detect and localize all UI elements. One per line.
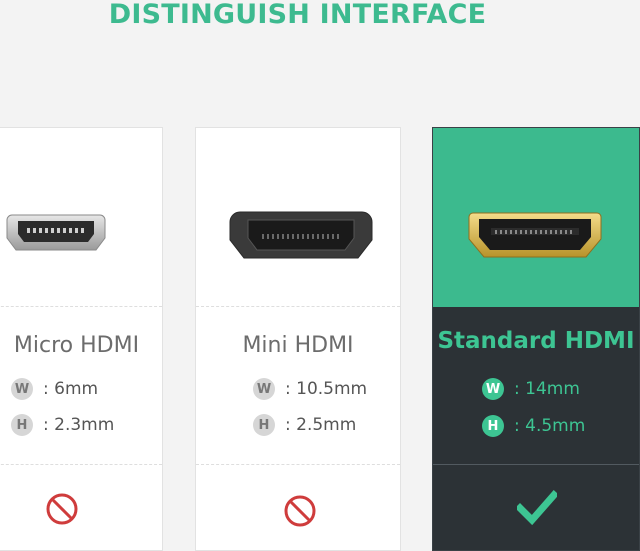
width-value: : 14mm [514, 379, 580, 399]
width-badge: W [482, 378, 504, 400]
connector-image-area [433, 128, 639, 306]
height-spec: H : 2.3mm [11, 414, 114, 436]
width-value: : 6mm [43, 379, 99, 399]
prohibited-icon [284, 495, 316, 527]
width-spec: W : 14mm [482, 378, 580, 400]
page-title: DISTINGUISH INTERFACE [108, 0, 487, 30]
mini-hdmi-port-icon [229, 211, 373, 259]
height-spec: H : 4.5mm [482, 415, 585, 437]
width-badge: W [253, 378, 275, 400]
height-value: : 4.5mm [514, 416, 586, 436]
height-value: : 2.5mm [285, 415, 357, 435]
card-micro-hdmi: Micro HDMI W : 6mm H : 2.3mm [0, 127, 163, 551]
divider [433, 306, 639, 307]
height-value: : 2.3mm [43, 415, 115, 435]
height-badge: H [11, 414, 33, 436]
connector-image-area [196, 128, 400, 306]
micro-hdmi-port-icon [6, 214, 106, 251]
connector-image-area [0, 128, 162, 306]
card-mini-hdmi: Mini HDMI W : 10.5mm H : 2.5mm [195, 127, 401, 551]
prohibited-icon [46, 493, 78, 525]
divider [0, 306, 162, 307]
checkmark-icon [517, 490, 557, 525]
width-badge: W [11, 378, 33, 400]
connector-name: Standard HDMI [437, 328, 635, 354]
divider [196, 464, 400, 465]
height-badge: H [482, 415, 504, 437]
height-badge: H [253, 414, 275, 436]
connector-name: Mini HDMI [242, 333, 354, 358]
divider [196, 306, 400, 307]
connector-name: Micro HDMI [13, 333, 140, 358]
height-spec: H : 2.5mm [253, 414, 356, 436]
divider [0, 464, 162, 465]
divider [433, 464, 639, 465]
width-spec: W : 6mm [11, 378, 98, 400]
standard-hdmi-port-icon [468, 212, 602, 258]
width-spec: W : 10.5mm [253, 378, 367, 400]
card-standard-hdmi: Standard HDMI W : 14mm H : 4.5mm [432, 127, 640, 551]
width-value: : 10.5mm [285, 379, 368, 399]
